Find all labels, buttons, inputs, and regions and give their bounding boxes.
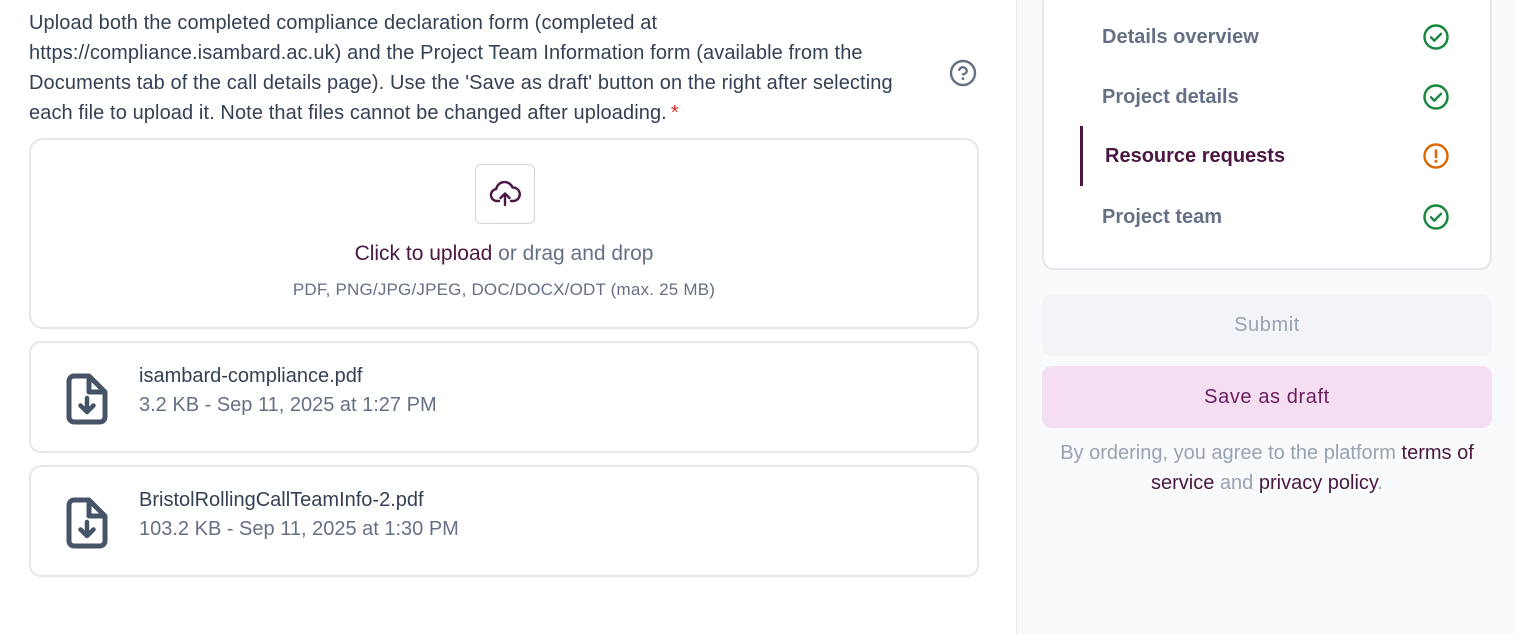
upload-file-types-hint: PDF, PNG/JPG/JPEG, DOC/DOCX/ODT (max. 25… [292, 280, 716, 299]
file-meta: 103.2 KB - Sep 11, 2025 at 1:30 PM [139, 518, 459, 540]
check-circle-icon [1423, 204, 1449, 230]
file-name: isambard-compliance.pdf [139, 365, 363, 387]
submit-button[interactable]: Submit [1042, 294, 1492, 356]
drag-drop-text: or drag and drop [492, 242, 654, 265]
upload-instructions: Upload both the completed compliance dec… [29, 8, 934, 128]
alert-circle-icon [1423, 143, 1449, 169]
check-circle-icon [1423, 84, 1449, 110]
step-label: Project team [1102, 205, 1223, 228]
file-meta: 3.2 KB - Sep 11, 2025 at 1:27 PM [139, 394, 437, 416]
click-to-upload-link[interactable]: Click to upload [355, 242, 493, 265]
step-resource-requests[interactable]: Resource requests [1080, 126, 1460, 186]
progress-sidebar: Details overview Project details Resourc… [1016, 0, 1516, 634]
upload-text: Click to upload or drag and drop [31, 242, 977, 266]
file-download-icon [66, 373, 108, 425]
file-download-icon [66, 497, 108, 549]
upload-icon-box[interactable] [475, 164, 535, 224]
file-dropzone[interactable]: Click to upload or drag and drop PDF, PN… [29, 138, 979, 329]
help-icon[interactable] [948, 58, 978, 88]
step-label: Resource requests [1105, 144, 1286, 167]
step-details-overview[interactable]: Details overview [1080, 12, 1460, 62]
instructions-text: Upload both the completed compliance dec… [29, 12, 893, 124]
terms-notice: By ordering, you agree to the platform t… [1042, 438, 1492, 498]
file-name: BristolRollingCallTeamInfo-2.pdf [139, 489, 424, 511]
terms-and: and [1214, 472, 1259, 494]
step-label: Details overview [1102, 25, 1259, 48]
check-circle-icon [1423, 24, 1449, 50]
privacy-policy-link[interactable]: privacy policy [1259, 472, 1378, 494]
terms-suffix: . [1377, 472, 1383, 494]
uploaded-file-card[interactable]: isambard-compliance.pdf 3.2 KB - Sep 11,… [29, 341, 979, 453]
terms-prefix: By ordering, you agree to the platform [1060, 442, 1402, 464]
form-main: Upload both the completed compliance dec… [0, 0, 1016, 634]
cloud-upload-icon [489, 180, 521, 207]
uploaded-file-card[interactable]: BristolRollingCallTeamInfo-2.pdf 103.2 K… [29, 465, 979, 577]
save-as-draft-button[interactable]: Save as draft [1042, 366, 1492, 428]
step-project-team[interactable]: Project team [1080, 192, 1460, 242]
steps-card: Details overview Project details Resourc… [1042, 0, 1492, 270]
required-marker: * [670, 102, 679, 124]
step-project-details[interactable]: Project details [1080, 72, 1460, 122]
step-label: Project details [1102, 85, 1239, 108]
